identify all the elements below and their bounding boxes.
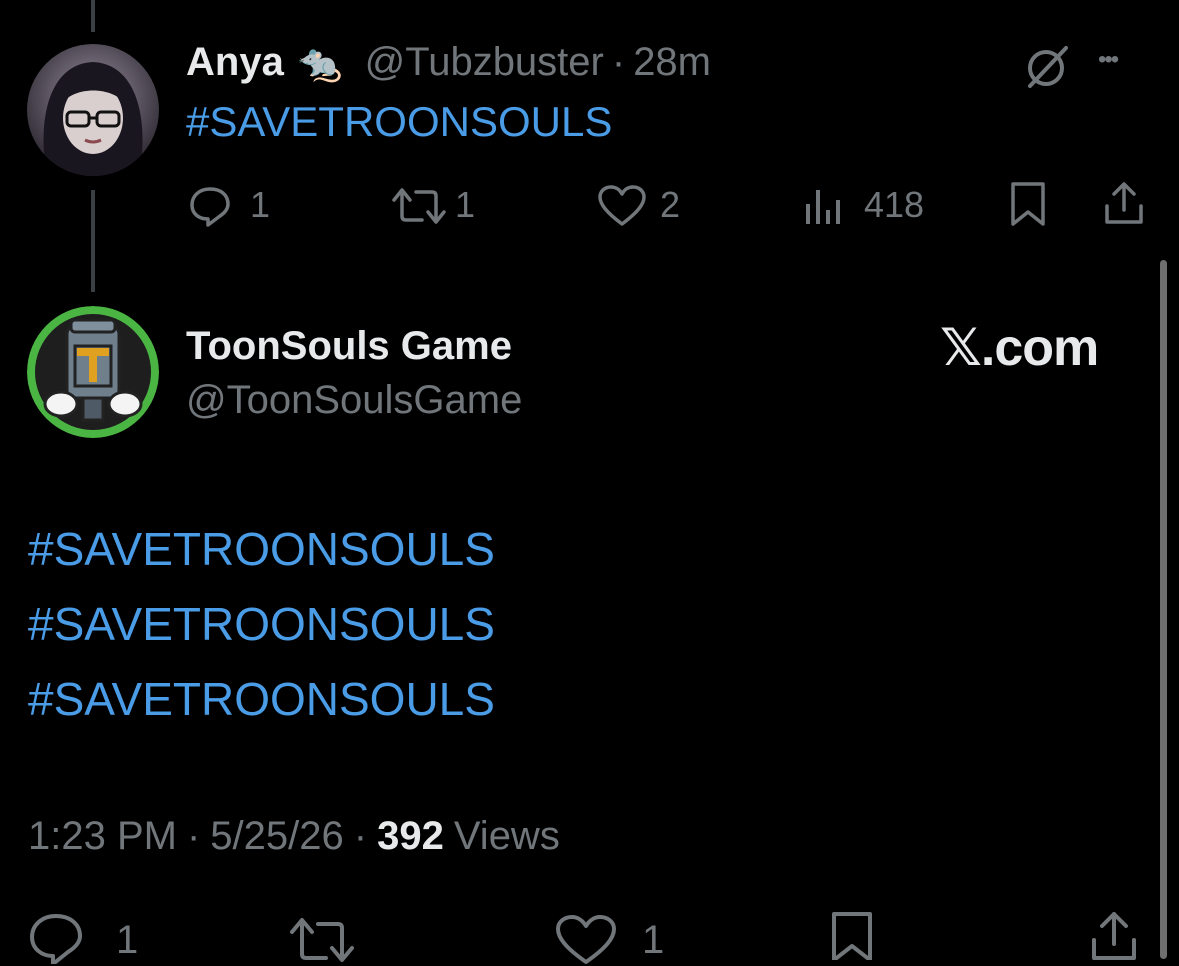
reply-header: Anya 🐀 @Tubzbuster · 28m xyxy=(186,40,711,85)
repost-icon[interactable] xyxy=(286,914,358,966)
more-options-icon[interactable]: ••• xyxy=(1098,46,1119,74)
main-display-name[interactable]: ToonSouls Game xyxy=(186,324,512,369)
views-total[interactable]: 392 xyxy=(377,814,444,859)
reply-count: 1 xyxy=(250,184,271,225)
reply-handle[interactable]: @Tubzbuster xyxy=(365,40,604,85)
thread-line-bottom xyxy=(91,190,95,292)
like-count: 2 xyxy=(660,184,681,225)
views-icon[interactable] xyxy=(802,186,846,226)
thread-line-top xyxy=(91,0,95,32)
like-icon[interactable] xyxy=(596,184,648,228)
timestamp-line: 1:23 PM · 5/25/26 · 392 Views xyxy=(28,814,560,859)
main-handle[interactable]: @ToonSoulsGame xyxy=(186,378,522,423)
share-icon[interactable] xyxy=(1088,910,1140,960)
separator-dot: · xyxy=(611,40,626,84)
like-icon[interactable] xyxy=(554,914,618,966)
main-like-count: 1 xyxy=(642,918,665,962)
reply-icon[interactable] xyxy=(28,912,84,964)
separator-dot: · xyxy=(353,814,368,858)
reply-time[interactable]: 28m xyxy=(633,40,711,85)
avatar-toonsouls[interactable] xyxy=(27,306,159,438)
repost-icon[interactable] xyxy=(388,184,450,228)
post-time[interactable]: 1:23 PM xyxy=(28,814,177,859)
views-label: Views xyxy=(453,814,560,858)
main-reply-count: 1 xyxy=(116,918,139,962)
repost-count: 1 xyxy=(455,184,476,225)
main-hashtag-line[interactable]: #SAVETROONSOULS xyxy=(28,672,495,726)
reply-display-name[interactable]: Anya xyxy=(186,40,284,85)
main-hashtag-line[interactable]: #SAVETROONSOULS xyxy=(28,597,495,651)
grok-icon[interactable] xyxy=(1022,42,1072,92)
reply-hashtag[interactable]: #SAVETROONSOULS xyxy=(186,98,612,146)
rat-emoji: 🐀 xyxy=(297,41,343,83)
reply-icon[interactable] xyxy=(188,184,232,228)
x-brand-logo: 𝕏.com xyxy=(940,319,1099,377)
bookmark-icon[interactable] xyxy=(828,910,876,960)
post-date[interactable]: 5/25/26 xyxy=(210,814,343,859)
avatar-anya[interactable] xyxy=(27,44,159,176)
separator-dot: · xyxy=(186,814,201,858)
scrollbar[interactable] xyxy=(1160,260,1167,959)
share-icon[interactable] xyxy=(1102,180,1146,228)
views-count: 418 xyxy=(864,184,925,225)
bookmark-icon[interactable] xyxy=(1008,180,1048,228)
main-hashtag-line[interactable]: #SAVETROONSOULS xyxy=(28,522,495,576)
